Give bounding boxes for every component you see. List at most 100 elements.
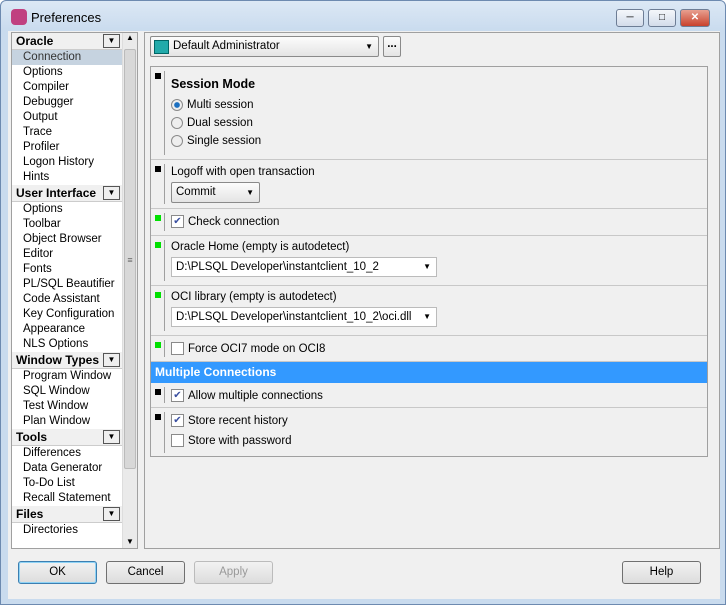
help-button[interactable]: Help <box>622 561 701 584</box>
collapse-dropdown-icon[interactable]: ▼ <box>103 353 120 367</box>
radio-icon <box>171 99 183 111</box>
checkbox-label: Store recent history <box>188 414 288 427</box>
store-history-checkbox[interactable]: ✔ Store recent history <box>171 414 288 427</box>
default-marker <box>155 389 161 395</box>
checkbox-unchecked-icon <box>171 342 184 355</box>
category-item[interactable]: NLS Options <box>12 337 122 352</box>
close-button[interactable]: ✕ <box>680 9 710 27</box>
maximize-button[interactable]: □ <box>648 9 676 27</box>
changed-marker <box>155 292 161 298</box>
category-item[interactable]: Editor <box>12 247 122 262</box>
checkbox-label: Store with password <box>188 434 292 447</box>
dialog-client: Oracle ▼ Connection Options Compiler Debugger… <box>8 31 720 599</box>
store-password-checkbox[interactable]: Store with password <box>171 434 292 447</box>
category-group-header[interactable]: Window Types ▼ <box>12 352 122 369</box>
profile-icon <box>154 40 169 54</box>
category-item[interactable]: Debugger <box>12 95 122 110</box>
category-item[interactable]: Trace <box>12 125 122 140</box>
window-title: Preferences <box>31 10 102 25</box>
category-item[interactable]: Fonts <box>12 262 122 277</box>
category-item[interactable]: Data Generator <box>12 461 122 476</box>
connection-settings-pane: Session Mode Multi session Dual session … <box>150 66 708 457</box>
checkbox-label: Allow multiple connections <box>188 389 323 402</box>
history-row: ✔ Store recent history Store with passwor… <box>151 408 707 457</box>
oracle-home-row: Oracle Home (empty is autodetect) D:\PLS… <box>151 236 707 286</box>
default-marker <box>155 166 161 172</box>
oracle-home-value: D:\PLSQL Developer\instantclient_10_2 <box>176 261 379 273</box>
category-item[interactable]: Program Window <box>12 369 122 384</box>
check-connection-row: ✔ Check connection <box>151 209 707 236</box>
apply-button[interactable]: Apply <box>194 561 273 584</box>
check-connection-checkbox[interactable]: ✔ Check connection <box>171 215 279 228</box>
oci-library-input[interactable]: D:\PLSQL Developer\instantclient_10_2\oc… <box>171 307 437 327</box>
category-item[interactable]: Object Browser <box>12 232 122 247</box>
group-label: User Interface <box>16 186 97 200</box>
radio-icon <box>171 135 183 147</box>
checkbox-checked-icon: ✔ <box>171 389 184 402</box>
category-item[interactable]: Key Configuration <box>12 307 122 322</box>
category-scrollbar[interactable]: ▲ ≡ ▼ <box>122 33 137 548</box>
default-marker <box>155 73 161 79</box>
category-item[interactable]: Differences <box>12 446 122 461</box>
changed-marker <box>155 242 161 248</box>
force-oci7-checkbox[interactable]: Force OCI7 mode on OCI8 <box>171 342 325 355</box>
radio-multi-session[interactable]: Multi session <box>171 99 253 111</box>
ok-button[interactable]: OK <box>18 561 97 584</box>
category-item[interactable]: Hints <box>12 170 122 185</box>
radio-label: Single session <box>187 135 262 147</box>
category-item[interactable]: Options <box>12 65 122 80</box>
category-item[interactable]: Toolbar <box>12 217 122 232</box>
scroll-up-icon[interactable]: ▲ <box>123 33 137 42</box>
checkbox-label: Check connection <box>188 215 280 228</box>
scroll-thumb[interactable]: ≡ <box>124 49 136 469</box>
category-item[interactable]: Directories <box>12 523 122 538</box>
category-item[interactable]: PL/SQL Beautifier <box>12 277 122 292</box>
category-item[interactable]: Appearance <box>12 322 122 337</box>
category-item[interactable]: To-Do List <box>12 476 122 491</box>
minimize-button[interactable]: ─ <box>616 9 644 27</box>
radio-single-session[interactable]: Single session <box>171 135 261 147</box>
radio-dual-session[interactable]: Dual session <box>171 117 253 129</box>
default-marker <box>155 414 161 420</box>
collapse-dropdown-icon[interactable]: ▼ <box>103 430 120 444</box>
changed-marker <box>155 342 161 348</box>
oracle-home-input[interactable]: D:\PLSQL Developer\instantclient_10_2 ▼ <box>171 257 437 277</box>
category-item[interactable]: Connection <box>12 50 122 65</box>
logoff-select[interactable]: Commit ▼ <box>171 182 260 203</box>
scroll-down-icon[interactable]: ▼ <box>123 537 137 546</box>
category-item[interactable]: SQL Window <box>12 384 122 399</box>
checkbox-checked-icon: ✔ <box>171 414 184 427</box>
group-label: Tools <box>16 430 48 444</box>
category-group-header[interactable]: Files ▼ <box>12 506 122 523</box>
collapse-dropdown-icon[interactable]: ▼ <box>103 507 120 521</box>
oracle-home-label: Oracle Home (empty is autodetect) <box>171 241 350 253</box>
chevron-down-icon[interactable]: ▼ <box>423 308 431 326</box>
category-item[interactable]: Profiler <box>12 140 122 155</box>
chevron-down-icon[interactable]: ▼ <box>423 258 431 276</box>
category-group-header[interactable]: Oracle ▼ <box>12 33 122 50</box>
allow-multiple-checkbox[interactable]: ✔ Allow multiple connections <box>171 389 323 402</box>
cancel-button[interactable]: Cancel <box>106 561 185 584</box>
oci-library-label: OCI library (empty is autodetect) <box>171 291 337 303</box>
app-icon <box>11 9 27 25</box>
profile-select[interactable]: Default Administrator ▼ <box>150 36 379 57</box>
profile-more-button[interactable]: ... <box>383 36 401 57</box>
collapse-dropdown-icon[interactable]: ▼ <box>103 34 120 48</box>
category-item[interactable]: Logon History <box>12 155 122 170</box>
checkbox-checked-icon: ✔ <box>171 215 184 228</box>
checkbox-label: Force OCI7 mode on OCI8 <box>188 342 326 355</box>
category-item[interactable]: Options <box>12 202 122 217</box>
category-item[interactable]: Output <box>12 110 122 125</box>
radio-icon <box>171 117 183 129</box>
force-oci7-row: Force OCI7 mode on OCI8 <box>151 336 707 362</box>
category-item[interactable]: Recall Statement <box>12 491 122 506</box>
checkbox-unchecked-icon <box>171 434 184 447</box>
collapse-dropdown-icon[interactable]: ▼ <box>103 186 120 200</box>
category-item[interactable]: Code Assistant <box>12 292 122 307</box>
category-group-header[interactable]: User Interface ▼ <box>12 185 122 202</box>
category-group-header[interactable]: Tools ▼ <box>12 429 122 446</box>
category-item[interactable]: Plan Window <box>12 414 122 429</box>
session-mode-row: Session Mode Multi session Dual session … <box>151 67 707 160</box>
category-item[interactable]: Test Window <box>12 399 122 414</box>
category-item[interactable]: Compiler <box>12 80 122 95</box>
